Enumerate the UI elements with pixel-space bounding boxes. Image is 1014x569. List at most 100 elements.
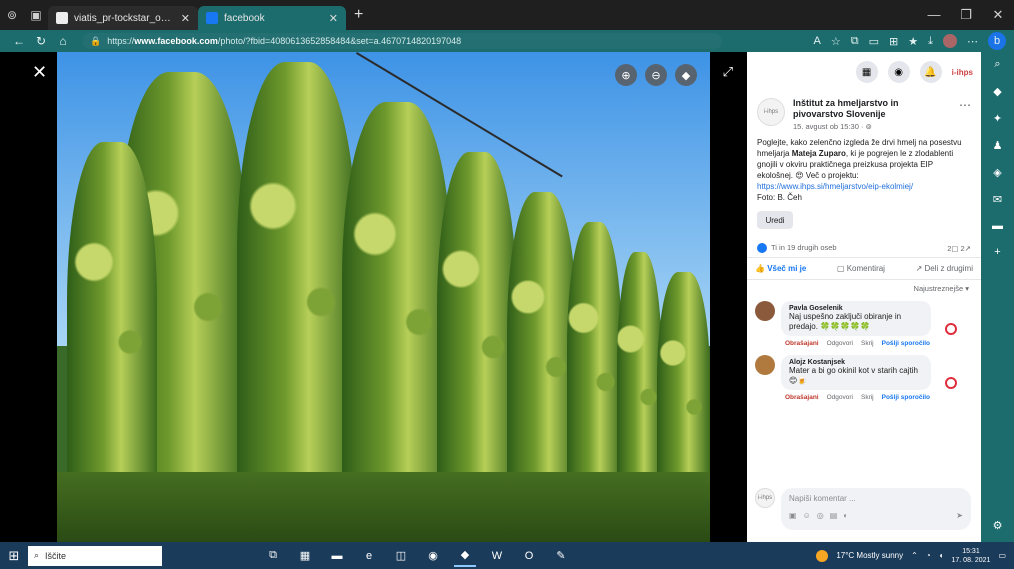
close-window-icon[interactable]: ✕ [982,7,1014,23]
close-tab-icon[interactable]: ✕ [181,12,190,25]
comment-input[interactable]: Napiši komentar ... ▣ ☺ ◎ ▤ ◐ ➤ [781,488,971,530]
network-icon[interactable]: ◔ [926,551,931,560]
home-icon[interactable]: ⌂ [52,34,74,48]
tagged-person[interactable]: Mateja Zuparo [792,149,846,158]
send-feedback-icon[interactable]: ▬ [992,220,1003,232]
comment-bubble: Pavla Goselenik Naj uspešno zaključi obi… [781,301,931,337]
split-screen-icon[interactable]: ▭ [869,35,879,48]
chrome-icon[interactable]: ◉ [422,545,444,567]
collections-icon[interactable]: ⊞ [889,35,898,48]
read-aloud-icon[interactable]: A [814,35,821,47]
zoom-out-icon[interactable]: ⊖ [645,64,667,86]
page-avatar[interactable]: i-ihps [757,98,785,126]
windows-start-icon[interactable]: ⊞ [0,548,28,564]
maximize-icon[interactable]: ❐ [950,7,982,23]
extensions-icon[interactable]: ⧉ [851,35,859,48]
outlook-icon[interactable]: ✉ [993,193,1002,206]
word-icon[interactable]: W [486,545,508,567]
share-button[interactable]: ↗ Deli z drugimi [916,264,973,273]
refresh-icon[interactable]: ↻ [30,34,52,48]
profile-avatar[interactable] [943,34,957,48]
hop-field-photo[interactable] [57,52,710,542]
notifications-icon[interactable]: ▭ [998,551,1006,560]
comment-actions: Obrašajani Odgovori Skrij Pošlji sporoči… [781,394,931,401]
comment-sort[interactable]: Najustreznejše ▾ [747,280,981,297]
calculator-icon[interactable]: ▦ [294,545,316,567]
notifications-icon[interactable]: 🔔 [919,61,942,83]
menu-grid-icon[interactable]: ▦ [855,61,878,83]
outlook-icon[interactable]: O [518,545,540,567]
weather-icon [816,549,829,562]
tray-chevron-icon[interactable]: ⌃ [911,551,918,560]
favorite-star-icon[interactable]: ☆ [831,35,841,48]
messenger-icon[interactable]: ◉ [887,61,910,83]
office-icon[interactable]: ◈ [993,166,1001,179]
favorites-icon[interactable]: ★ [908,35,918,48]
weather-text[interactable]: 17°C Mostly sunny [836,551,903,560]
task-view-icon[interactable]: ⧉ [262,545,284,567]
comment-message-link[interactable]: Pošlji sporočilo [882,394,930,401]
commenter-name[interactable]: Pavla Goselenik [789,305,923,312]
clock[interactable]: 15:31 17. 08. 2021 [952,547,991,565]
more-icon[interactable]: ⋯ [967,35,978,48]
edit-button[interactable]: Uredi [757,211,793,229]
comment-hide-link[interactable]: Skrij [861,340,874,347]
volume-icon[interactable]: ◖ [939,551,944,560]
photo-viewer: ✕ f ⊕ ⊖ ◆ ⤢ [0,52,747,542]
comment-reaction-icon[interactable] [945,323,957,336]
edge-active-icon[interactable]: ◆ [454,545,476,567]
workspaces-icon[interactable]: ⊚ [0,0,24,30]
comment-like-link[interactable]: Obrašajani [785,394,819,401]
close-tab-icon[interactable]: ✕ [329,12,338,25]
send-icon[interactable]: ➤ [956,511,963,520]
tab-actions-icon[interactable]: ▣ [24,0,48,30]
tab-other[interactable]: viatis_pr-tockstar_o_skokodaro - xr ✕ [48,6,198,30]
comment-reply-link[interactable]: Odgovori [827,340,853,347]
zoom-in-icon[interactable]: ⊕ [615,64,637,86]
comment-button[interactable]: ▢ Komentiraj [837,264,885,273]
emoji-icon[interactable]: ☺ [803,511,811,520]
commenter-avatar[interactable] [755,355,775,376]
comment-message-link[interactable]: Pošlji sporočilo [882,340,930,347]
account-avatar[interactable]: i-ihps [952,68,973,77]
sticker-icon[interactable]: ▣ [789,511,797,520]
search-icon[interactable]: ⌕ [994,58,1000,71]
post-options-icon[interactable]: ⋯ [959,98,971,131]
edge-icon[interactable]: e [358,545,380,567]
downloads-icon[interactable]: ⤓ [928,35,933,48]
tools-icon[interactable]: ✦ [993,112,1002,125]
like-button[interactable]: 👍 Všeč mi je [755,264,806,273]
comment-hide-link[interactable]: Skrij [861,394,874,401]
photo-vine [237,62,357,542]
sidebar-settings-icon[interactable]: ⚙ [993,519,1003,532]
games-icon[interactable]: ♟ [993,139,1003,152]
taskbar-search[interactable]: ⌕ Iščite [28,545,162,566]
close-icon[interactable]: ✕ [32,62,47,83]
comment-reaction-icon[interactable] [945,377,957,390]
minimize-icon[interactable]: — [918,7,950,23]
comment-icon: ▢ [951,243,961,253]
paint-icon[interactable]: ✎ [550,545,572,567]
camera-icon[interactable]: ◎ [817,511,824,520]
commenter-avatar[interactable] [755,301,775,322]
tab-facebook[interactable]: facebook ✕ [198,6,346,30]
comment-like-link[interactable]: Obrašajani [785,340,819,347]
page-name[interactable]: Inštitut za hmeljarstvo in pivovarstvo S… [793,98,951,120]
bing-icon[interactable]: b [988,32,1006,50]
back-icon[interactable]: ← [8,34,30,48]
commenter-name[interactable]: Alojz Kostanjsek [789,359,923,366]
tag-icon[interactable]: ◆ [675,64,697,86]
post-link[interactable]: https://www.ihps.si/hmeljarstvo/eip-ekol… [757,182,913,191]
gif-icon[interactable]: ▤ [830,511,838,520]
comment-reply-link[interactable]: Odgovori [827,394,853,401]
store-icon[interactable]: ◫ [390,545,412,567]
address-bar: ← ↻ ⌂ 🔒 https://www.facebook.com/photo/?… [0,30,1014,52]
reactions-summary[interactable]: Ti in 19 drugih oseb [757,243,837,254]
add-icon[interactable]: + [994,246,1000,258]
fullscreen-icon[interactable]: ⤢ [723,64,733,80]
new-tab-button[interactable]: + [354,6,363,24]
url-field[interactable]: 🔒 https://www.facebook.com/photo/?fbid=4… [82,33,722,49]
file-explorer-icon[interactable]: ▬ [326,545,348,567]
shopping-icon[interactable]: ◆ [993,85,1001,98]
avatar-sticker-icon[interactable]: ◐ [843,511,848,520]
